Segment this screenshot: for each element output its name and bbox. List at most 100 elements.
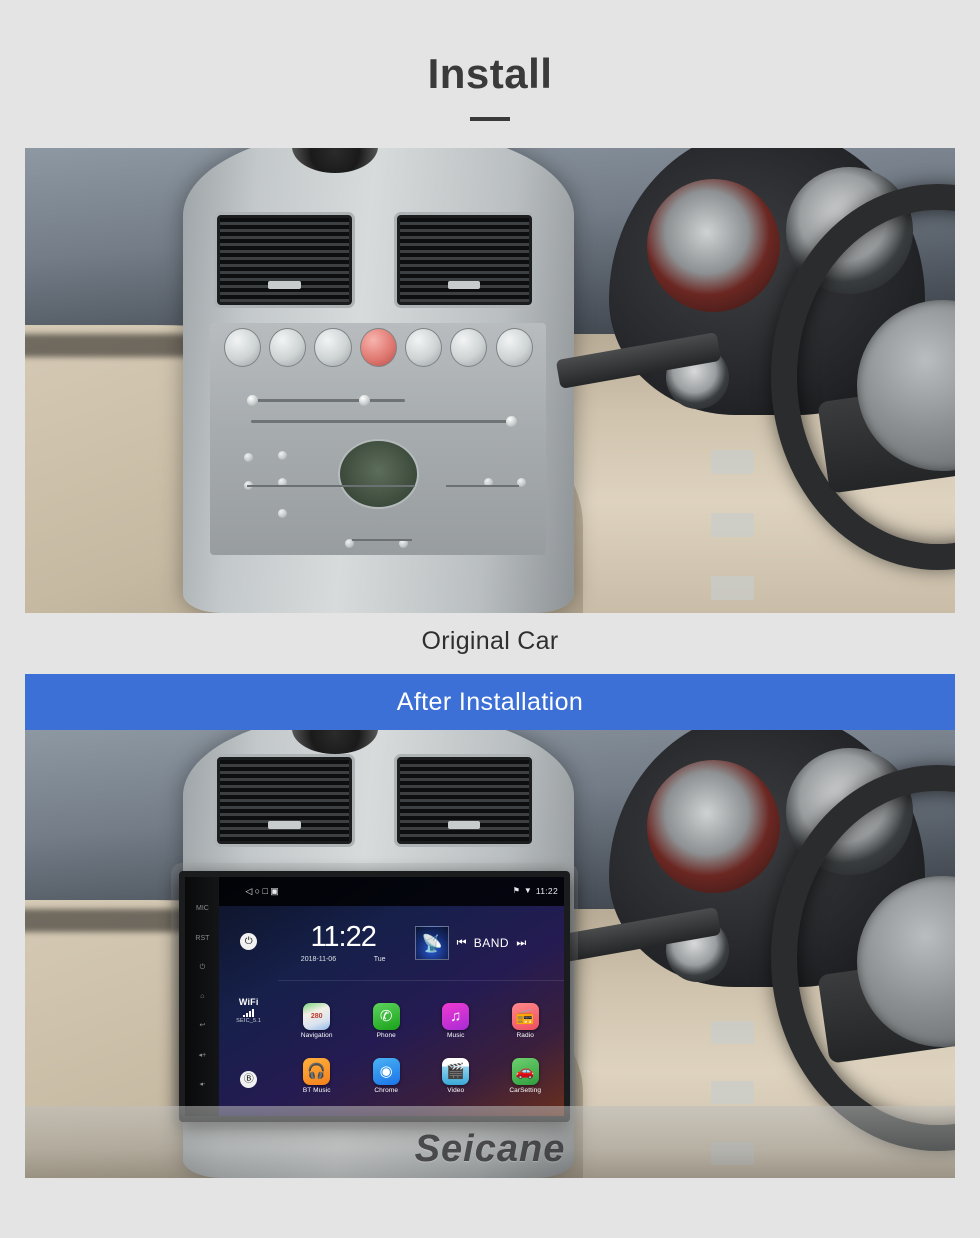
preset-button[interactable] [405,327,443,367]
app-label: CarSetting [509,1087,542,1095]
app-bt-music[interactable]: 🎧 BT Music [288,1058,346,1094]
seicane-watermark: Seicane [414,1128,566,1171]
clock-date: 2018-11-06 [300,956,337,964]
android-nav-buttons[interactable]: ◁ ○ □ ▣ [245,886,278,896]
head-unit-bezel[interactable]: MIC RST ⏻ ⌂ ↩ ◂+ ◂- [185,877,220,1116]
after-installation-label: After Installation [396,687,584,716]
apps-nav-icon[interactable]: ▣ [270,886,279,896]
control-connector [247,485,416,488]
control-knob[interactable] [244,452,253,462]
map-icon[interactable]: 280 [303,1002,331,1030]
head-unit-main-area: 11:22 2018-11-06 Tue 📡 ⏮ BAND ⏭ 280 Navi… [278,906,564,1116]
steering-wheel-controls[interactable] [711,449,755,600]
fader-slider-upper[interactable] [246,395,406,407]
preset-button[interactable] [450,327,488,367]
radio-preset-button-row[interactable] [223,327,533,367]
slider-handle[interactable] [246,395,258,407]
next-track-button[interactable]: ⏭ [516,937,526,949]
app-label: Chrome [374,1087,399,1095]
head-unit-screen[interactable]: ◁ ○ □ ▣ ⚑ ▼ 11:22 ⏻ WiFi SEIC_5.1 Ⓑ 11:2… [219,877,564,1116]
console-speaker-dome [292,730,379,755]
previous-track-button[interactable]: ⏮ [457,937,467,949]
media-widget[interactable]: 📡 ⏮ BAND ⏭ [404,926,560,961]
wifi-signal-icon [236,1009,261,1018]
back-button[interactable]: ↩ [199,1022,205,1029]
center-console [183,148,574,613]
radio-tower-icon: 📡 [415,926,450,961]
control-knob[interactable] [277,508,287,518]
preset-button[interactable] [223,327,261,367]
vent-knob-right [448,280,481,289]
app-label: Radio [516,1031,534,1039]
chrome-icon[interactable]: ◉ [372,1058,400,1086]
tachometer-gauge [646,178,780,312]
app-carsetting[interactable]: 🚗 CarSetting [496,1058,554,1094]
preset-button[interactable] [314,327,352,367]
swc-button[interactable] [711,575,755,600]
app-row-1: 280 Navigation ✆ Phone ♫ Music 📻 Radio [282,1002,560,1039]
app-label: Video [447,1087,465,1095]
original-car-photo [25,148,955,613]
app-video[interactable]: 🎬 Video [427,1058,485,1094]
factory-radio-faceplate [210,322,547,555]
volume-up-button[interactable]: ◂+ [199,1052,207,1059]
android-head-unit[interactable]: MIC RST ⏻ ⌂ ↩ ◂+ ◂- ◁ ○ □ ▣ ⚑ ▼ 11:22 ⏻ … [179,871,570,1122]
screen-power-icon[interactable]: ⏻ [240,933,258,951]
slider-handle[interactable] [505,416,517,428]
preset-button[interactable] [269,327,307,367]
control-connector [445,485,520,488]
control-knob[interactable] [277,450,287,460]
radio-icon[interactable]: 📻 [511,1002,539,1030]
swc-button[interactable] [711,512,755,537]
recents-nav-icon[interactable]: □ [262,886,267,896]
app-chrome[interactable]: ◉ Chrome [357,1058,415,1094]
phone-icon[interactable]: ✆ [372,1002,400,1030]
after-installation-banner: After Installation [25,674,955,730]
home-nav-icon[interactable]: ○ [255,886,260,896]
install-page: Install Original Car After Installation … [0,0,980,1238]
air-vent-right [394,754,535,848]
clock-widget[interactable]: 11:22 2018-11-06 Tue [282,923,404,964]
wifi-status-block[interactable]: WiFi SEIC_5.1 [236,997,261,1024]
swc-button[interactable] [711,1081,755,1105]
slider-handle[interactable] [358,395,370,407]
head-unit-side-panel[interactable]: ⏻ WiFi SEIC_5.1 Ⓑ [219,906,278,1116]
head-unit-body: ⏻ WiFi SEIC_5.1 Ⓑ 11:22 2018-11-06 Tue 📡… [219,906,564,1116]
back-nav-icon[interactable]: ◁ [245,886,252,896]
original-car-caption: Original Car [421,627,559,655]
vent-knob-right [448,820,481,829]
bluetooth-headset-icon[interactable]: 🎧 [303,1058,331,1086]
air-vent-right [394,211,535,309]
reset-button[interactable]: RST [195,935,209,942]
preset-button[interactable] [495,327,533,367]
after-installation-photo: MIC RST ⏻ ⌂ ↩ ◂+ ◂- ◁ ○ □ ▣ ⚑ ▼ 11:22 ⏻ … [25,730,955,1178]
wifi-ssid-label: SEIC_5.1 [236,1018,262,1025]
clapperboard-icon[interactable]: 🎬 [442,1058,470,1086]
band-button[interactable]: BAND [474,936,509,950]
hazard-button[interactable] [359,327,397,367]
video-glyph: 🎬 [446,1063,466,1081]
fader-slider-lower[interactable] [250,416,517,428]
app-grid: 280 Navigation ✆ Phone ♫ Music 📻 Radio 🎧… [278,981,564,1116]
vent-knob-left [268,820,301,829]
location-icon: ⚑ [512,886,520,896]
control-connector [351,539,412,542]
app-phone[interactable]: ✆ Phone [357,1002,415,1039]
wifi-label: WiFi [238,997,259,1008]
app-music[interactable]: ♫ Music [427,1002,485,1039]
app-radio[interactable]: 📻 Radio [496,1002,554,1039]
app-navigation[interactable]: 280 Navigation [288,1002,346,1039]
car-gear-icon[interactable]: 🚗 [511,1058,539,1086]
radio-glyph: 📻 [515,1007,535,1025]
air-vent-left [214,754,355,848]
volume-down-button[interactable]: ◂- [199,1081,205,1088]
swc-button[interactable] [711,449,755,474]
phone-glyph: ✆ [379,1007,393,1025]
mic-button[interactable]: MIC [196,905,209,912]
bluetooth-icon[interactable]: Ⓑ [240,1071,258,1089]
home-button[interactable]: ⌂ [200,993,204,1000]
music-note-icon[interactable]: ♫ [442,1002,470,1030]
air-vent-left [214,211,355,309]
power-button[interactable]: ⏻ [200,964,206,971]
swc-button[interactable] [711,1020,755,1044]
